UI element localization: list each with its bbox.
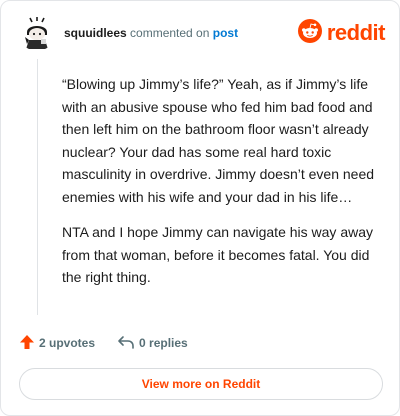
replies-button[interactable]: 0 replies xyxy=(117,334,188,353)
reddit-snoo-icon xyxy=(297,18,322,48)
comment-byline: squuidlees commented on post xyxy=(64,26,238,40)
thread-line xyxy=(37,59,38,315)
view-more-button[interactable]: View more on Reddit xyxy=(19,368,383,400)
comment-actions: 2 upvotes 0 replies xyxy=(19,332,210,354)
reply-arrow-icon xyxy=(117,334,135,353)
chibi-character-avatar-icon[interactable] xyxy=(19,15,55,51)
comment-header: squuidlees commented on post reddit xyxy=(19,15,386,51)
comment-paragraph: “Blowing up Jimmy’s life?” Yeah, as if J… xyxy=(62,76,375,205)
upvote-button[interactable]: 2 upvotes xyxy=(19,334,95,353)
commented-on-text: commented on xyxy=(130,26,210,40)
reddit-brand-link[interactable]: reddit xyxy=(297,18,386,48)
upvote-arrow-icon xyxy=(19,334,35,353)
username-link[interactable]: squuidlees xyxy=(64,26,127,40)
comment-paragraph: NTA and I hope Jimmy can navigate his wa… xyxy=(62,224,374,285)
upvotes-count: 2 upvotes xyxy=(39,336,96,350)
reddit-wordmark: reddit xyxy=(326,20,386,45)
replies-count: 0 replies xyxy=(139,336,188,350)
comment-body: “Blowing up Jimmy’s life?” Yeah, as if J… xyxy=(62,73,380,302)
embedded-comment-card: squuidlees commented on post reddit “Blo… xyxy=(0,0,400,416)
post-link[interactable]: post xyxy=(213,26,238,40)
